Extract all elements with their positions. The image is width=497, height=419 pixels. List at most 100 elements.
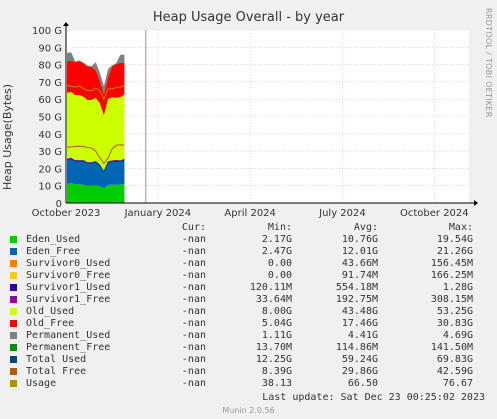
legend-swatch-color: [10, 284, 17, 291]
legend-avg: 4.41G: [347, 330, 378, 341]
legend-min: 8.00G: [261, 306, 292, 317]
legend-swatch-color: [10, 344, 17, 351]
legend-swatch: [10, 258, 26, 270]
legend-name: Survivor1_Used: [26, 282, 111, 293]
legend-swatch-color: [10, 272, 17, 279]
legend-min: 12.25G: [255, 354, 292, 365]
last-update: Last update: Sat Dec 23 00:25:02 2023: [262, 392, 485, 403]
legend-max: 4.69G: [442, 330, 473, 341]
legend-name: Total Free: [26, 366, 87, 377]
legend-max: 19.54G: [436, 234, 473, 245]
header-avg: Avg:: [353, 222, 378, 233]
legend-avg: 192.75M: [335, 294, 378, 305]
legend-cur: -nan: [181, 354, 206, 365]
legend-max: 166.25M: [430, 270, 473, 281]
legend-row: Eden_Free -nan 2.47G 12.01G 21.26G: [10, 246, 473, 258]
legend-swatch-color: [10, 308, 17, 315]
legend-swatch: [10, 246, 26, 258]
legend-max: 141.50M: [430, 342, 473, 353]
y-tick-label: 80 G: [38, 61, 62, 72]
legend-name: Usage: [26, 378, 57, 389]
y-tick-label: 90 G: [38, 43, 62, 54]
legend-swatch-color: [10, 296, 17, 303]
legend-cur: -nan: [181, 258, 206, 269]
y-tick-label: 30 G: [38, 147, 62, 158]
y-tick-label: 20 G: [38, 164, 62, 175]
legend-swatch-color: [10, 380, 17, 387]
legend-cur: -nan: [181, 234, 206, 245]
legend-min: 38.13: [261, 378, 292, 389]
legend-swatch: [10, 354, 26, 366]
legend-cur: -nan: [181, 282, 206, 293]
y-tick-label: 50 G: [38, 113, 62, 124]
legend-swatch-color: [10, 248, 17, 255]
legend-max: 76.67: [442, 378, 473, 389]
legend-swatch: [10, 294, 26, 306]
legend-avg: 43.48G: [341, 306, 378, 317]
legend-swatch-color: [10, 368, 17, 375]
legend-max: 21.26G: [436, 246, 473, 257]
legend-avg: 66.50: [347, 378, 378, 389]
legend-row: Usage -nan 38.13 66.50 76.67: [10, 378, 473, 390]
legend-name: Old_Free: [26, 318, 75, 329]
legend-avg: 12.01G: [341, 246, 378, 257]
legend-row: Survivor0_Free -nan 0.00 91.74M 166.25M: [10, 270, 473, 282]
area-old-used: [67, 91, 125, 171]
y-tick-label: 70 G: [38, 78, 62, 89]
legend-min: 0.00: [267, 270, 292, 281]
legend-max: 156.45M: [430, 258, 473, 269]
legend-swatch: [10, 270, 26, 282]
header-cur: Cur:: [181, 222, 206, 233]
legend-swatch: [10, 342, 26, 354]
legend-max: 53.25G: [436, 306, 473, 317]
legend-min: 5.04G: [261, 318, 292, 329]
y-axis-label: Heap Usage(Bytes): [1, 84, 14, 190]
legend-name: Permanent_Used: [26, 330, 111, 341]
y-tick-label: 60 G: [38, 95, 62, 106]
legend-row: Old_Used -nan 8.00G 43.48G 53.25G: [10, 306, 473, 318]
legend-swatch-color: [10, 320, 17, 327]
legend-swatch: [10, 234, 26, 246]
legend-row: Permanent_Used -nan 1.11G 4.41G 4.69G: [10, 330, 473, 342]
legend-swatch: [10, 306, 26, 318]
legend-cur: -nan: [181, 366, 206, 377]
legend-max: 1.28G: [442, 282, 473, 293]
legend-cur: -nan: [181, 306, 206, 317]
legend-avg: 554.18M: [335, 282, 378, 293]
x-tick-label: April 2024: [224, 208, 275, 219]
y-tick-label: 40 G: [38, 130, 62, 141]
legend-row: Total Free -nan 8.39G 29.86G 42.59G: [10, 366, 473, 378]
header-min: Min:: [267, 222, 292, 233]
legend-cur: -nan: [181, 318, 206, 329]
chart-title: Heap Usage Overall - by year: [152, 10, 345, 25]
x-tick-label: October 2023: [32, 208, 101, 219]
legend-avg: 43.66M: [341, 258, 378, 269]
legend-row: Survivor0_Used -nan 0.00 43.66M 156.45M: [10, 258, 473, 270]
legend-min: 2.47G: [261, 246, 292, 257]
legend-name: Permanent_Free: [26, 342, 111, 353]
heap-usage-chart: 010 G20 G30 G40 G50 G60 G70 G80 G90 G100…: [32, 22, 478, 219]
rrdtool-watermark: RRDTOOL / TOBI OETIKER: [484, 8, 493, 118]
legend-min: 1.11G: [261, 330, 292, 341]
x-tick-label: October 2024: [400, 208, 469, 219]
legend-table: Cur: Min: Avg: Max: Eden_Used -nan 2.17G 10…: [10, 222, 473, 390]
legend-row: Survivor1_Free -nan 33.64M 192.75M 308.15M: [10, 294, 473, 306]
x-tick-label: July 2024: [318, 208, 366, 219]
y-tick-label: 100 G: [32, 26, 62, 37]
legend-avg: 10.76G: [341, 234, 378, 245]
legend-name: Old_Used: [26, 306, 75, 317]
legend-cur: -nan: [181, 294, 206, 305]
legend-swatch: [10, 378, 26, 390]
legend-min: 0.00: [267, 258, 292, 269]
legend-min: 8.39G: [261, 366, 292, 377]
legend-row: Survivor1_Used -nan 120.11M 554.18M 1.28G: [10, 282, 473, 294]
legend-max: 30.83G: [436, 318, 473, 329]
legend-cur: -nan: [181, 330, 206, 341]
legend-cur: -nan: [181, 246, 206, 257]
legend-swatch: [10, 282, 26, 294]
munin-version: Munin 2.0.56: [222, 406, 275, 415]
legend-name: Survivor1_Free: [26, 294, 111, 305]
legend-cur: -nan: [181, 342, 206, 353]
legend-avg: 29.86G: [341, 366, 378, 377]
legend-swatch: [10, 330, 26, 342]
